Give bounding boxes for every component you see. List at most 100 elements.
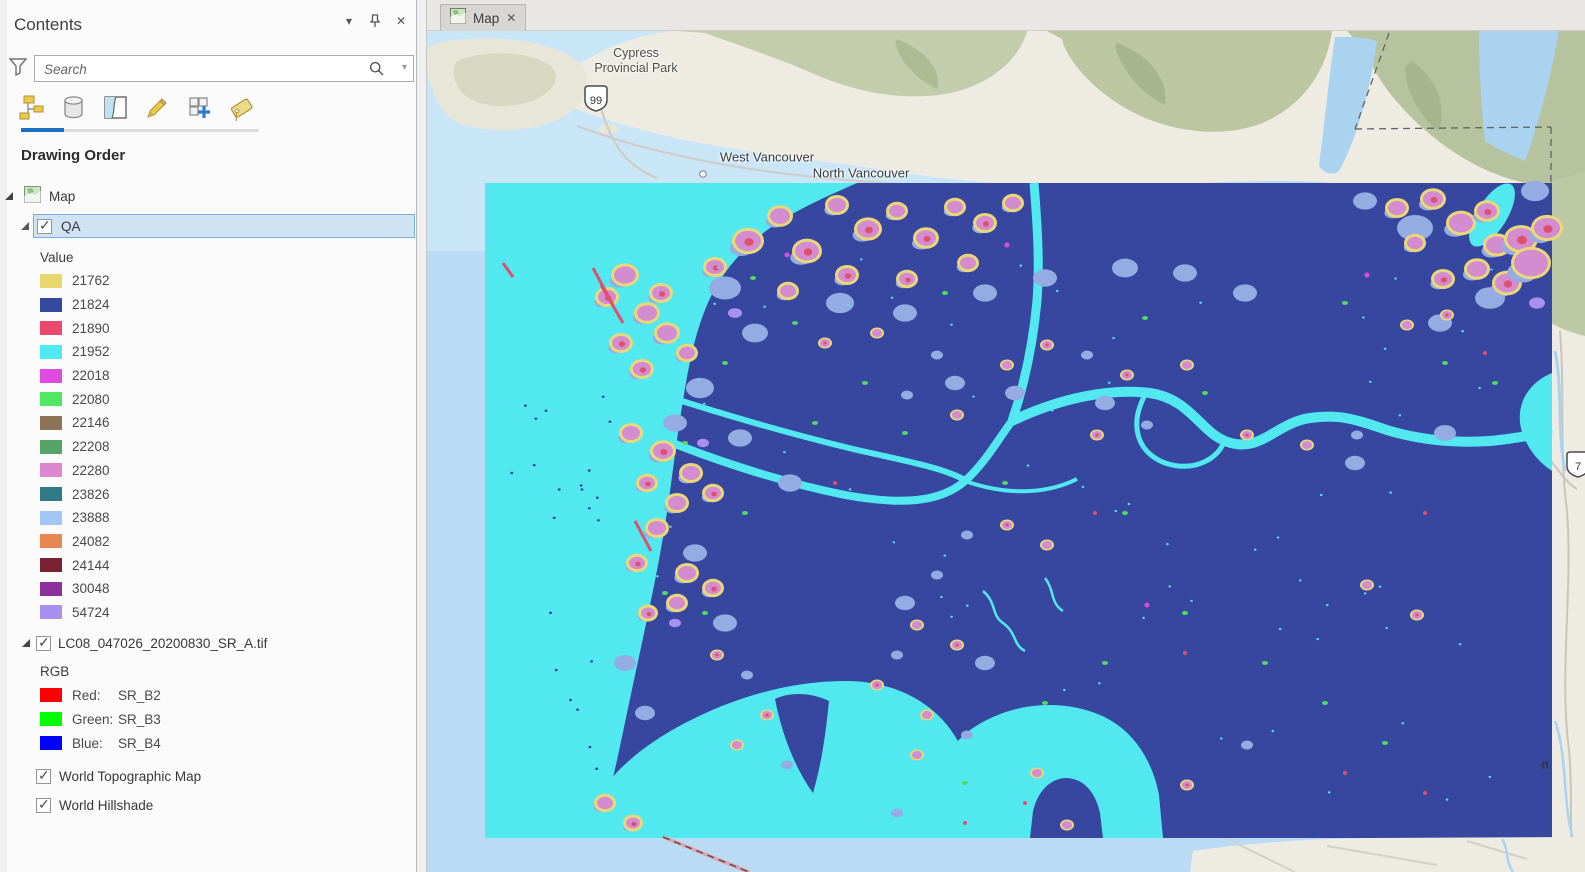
pin-icon	[368, 14, 382, 28]
legend-swatch[interactable]	[40, 511, 62, 525]
chevron-down-icon: ▾	[346, 14, 352, 28]
legend-value: 21952	[72, 344, 110, 359]
map-tab-close-icon[interactable]: ✕	[506, 11, 516, 25]
legend-item[interactable]: 22280	[0, 459, 417, 483]
legend-value: 22146	[72, 415, 110, 430]
legend-field-heading: Value	[0, 245, 417, 269]
map-tab-label: Map	[473, 11, 499, 26]
tree-item-lc08[interactable]: LC08_047026_20200830_SR_A.tif	[0, 631, 417, 655]
qa-label: QA	[61, 219, 81, 234]
legend-swatch[interactable]	[40, 534, 62, 548]
legend-item[interactable]: 21890	[0, 316, 417, 340]
legend-swatch[interactable]	[40, 369, 62, 383]
band-row-red: Red: SR_B2	[0, 683, 417, 707]
route-99-shield: 99	[585, 86, 607, 111]
green-band-name: SR_B3	[118, 712, 161, 727]
route-7-shield: 7	[1567, 452, 1585, 477]
lc08-visibility-checkbox[interactable]	[36, 636, 51, 651]
legend-swatch[interactable]	[40, 582, 62, 596]
expand-arrow-icon[interactable]	[5, 192, 13, 200]
band-row-blue: Blue: SR_B4	[0, 731, 417, 755]
grid-plus-icon	[186, 94, 213, 121]
tree-item-world-hillshade[interactable]: World Hillshade	[0, 792, 417, 818]
toolbar-active-indicator	[21, 128, 64, 132]
search-button[interactable]	[369, 61, 385, 82]
legend-swatch[interactable]	[40, 487, 62, 501]
legend-value: 22208	[72, 439, 110, 454]
pane-close-button[interactable]: ✕	[392, 12, 410, 30]
green-band-label: Green:	[72, 712, 118, 727]
legend-value: 30048	[72, 581, 110, 596]
legend-value: 22018	[72, 368, 110, 383]
topo-visibility-checkbox[interactable]	[36, 769, 51, 784]
legend-item[interactable]: 21762	[0, 269, 417, 293]
pane-menu-button[interactable]: ▾	[340, 12, 358, 30]
search-input[interactable]	[42, 57, 376, 82]
expand-arrow-icon[interactable]	[22, 639, 30, 647]
search-options-caret[interactable]: ▾	[402, 62, 407, 73]
legend-swatch[interactable]	[40, 416, 62, 430]
legend-swatch[interactable]	[40, 321, 62, 335]
legend-item[interactable]: 24144	[0, 553, 417, 577]
legend-value: 24144	[72, 558, 110, 573]
legend-swatch[interactable]	[40, 440, 62, 454]
section-heading: Drawing Order	[21, 147, 125, 164]
legend-item[interactable]: 21952	[0, 340, 417, 364]
toolbar-list-by-drawing-order[interactable]	[16, 92, 46, 122]
legend-swatch[interactable]	[40, 558, 62, 572]
qa-visibility-checkbox[interactable]	[37, 219, 52, 234]
legend-value: 24082	[72, 534, 110, 549]
legend-swatch[interactable]	[40, 463, 62, 477]
legend-swatch[interactable]	[40, 605, 62, 619]
blue-band-name: SR_B4	[118, 736, 161, 751]
park-label-line2: Provincial Park	[594, 61, 677, 75]
map-view-tab[interactable]: Map ✕	[440, 4, 526, 31]
legend-swatch[interactable]	[40, 274, 62, 288]
toolbar-list-by-data-source[interactable]	[58, 92, 88, 122]
legend-item[interactable]: 23826	[0, 482, 417, 506]
tree-item-world-topographic-map[interactable]: World Topographic Map	[0, 763, 417, 789]
legend-item[interactable]: 30048	[0, 577, 417, 601]
toolbar-list-by-labeling[interactable]	[226, 92, 256, 122]
contents-pane: Contents ▾ ✕	[0, 0, 417, 872]
hillshade-visibility-checkbox[interactable]	[36, 798, 51, 813]
tree-item-qa[interactable]: QA	[0, 213, 417, 239]
svg-text:99: 99	[590, 95, 602, 107]
data-source-icon	[60, 94, 87, 121]
legend-item[interactable]: 22080	[0, 387, 417, 411]
blue-band-label: Blue:	[72, 736, 118, 751]
legend-swatch[interactable]	[40, 298, 62, 312]
expand-arrow-icon[interactable]	[21, 222, 29, 230]
label-tag-icon	[228, 94, 255, 121]
qa-selection-highlight[interactable]: QA	[33, 214, 415, 238]
legend-item[interactable]: 21824	[0, 293, 417, 317]
toolbar-list-by-editing[interactable]	[142, 92, 172, 122]
legend-item[interactable]: 22018	[0, 364, 417, 388]
legend-swatch[interactable]	[40, 392, 62, 406]
pane-splitter[interactable]	[417, 0, 427, 872]
map-canvas[interactable]: 99 7 Cypress Provincial Park West Vancou…	[427, 31, 1585, 872]
toolbar-list-by-snapping[interactable]	[184, 92, 214, 122]
legend-value: 23888	[72, 510, 110, 525]
red-band-name: SR_B2	[118, 688, 161, 703]
band-row-green: Green: SR_B3	[0, 707, 417, 731]
drawing-order-icon	[18, 94, 45, 121]
legend-value: 22080	[72, 392, 110, 407]
west-vancouver-label: West Vancouver	[720, 150, 814, 165]
legend-value: 23826	[72, 487, 110, 502]
tree-item-map[interactable]: Map	[0, 184, 417, 208]
legend-value: 21762	[72, 273, 110, 288]
filter-icon	[9, 57, 27, 77]
pin-button[interactable]	[366, 12, 384, 30]
legend-item[interactable]: 22208	[0, 435, 417, 459]
legend-value: 21890	[72, 321, 110, 336]
legend-item[interactable]: 22146	[0, 411, 417, 435]
legend-swatch[interactable]	[40, 345, 62, 359]
partial-place-label: n	[1541, 757, 1548, 772]
legend-item[interactable]: 24082	[0, 530, 417, 554]
legend-item[interactable]: 54724	[0, 601, 417, 625]
filter-button[interactable]	[9, 57, 27, 82]
legend-item[interactable]: 23888	[0, 506, 417, 530]
toolbar-list-by-selection[interactable]	[100, 92, 130, 122]
lc08-label: LC08_047026_20200830_SR_A.tif	[58, 636, 267, 651]
